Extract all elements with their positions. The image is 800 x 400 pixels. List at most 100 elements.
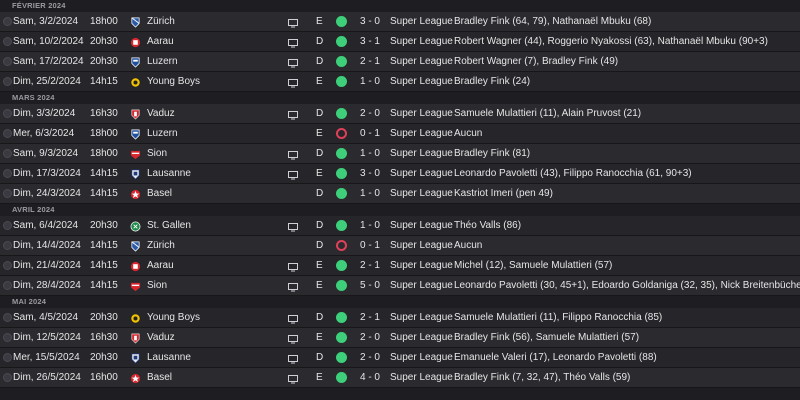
opponent-link[interactable]: Zürich (147, 236, 175, 255)
kickoff-time: 16h30 (90, 108, 118, 119)
opponent-link[interactable]: Luzern (147, 52, 178, 71)
row-select-icon[interactable] (3, 313, 12, 322)
opponent-link[interactable]: Sion (147, 144, 167, 163)
row-select-icon[interactable] (3, 333, 12, 342)
fixture-row[interactable]: Sam, 4/5/2024 20h30 Young Boys D 2 - 1 Super … (0, 308, 800, 328)
competition-link[interactable]: Super League (390, 236, 453, 255)
scorers: Bradley Fink (24) (454, 76, 531, 87)
tv-icon (288, 148, 298, 160)
competition-link[interactable]: Super League (390, 104, 453, 123)
score[interactable]: 3 - 0 (357, 12, 383, 31)
venue: E (316, 332, 323, 343)
competition-link[interactable]: Super League (390, 308, 453, 327)
competition-link[interactable]: Super League (390, 368, 453, 387)
fixture-row[interactable]: Mer, 15/5/2024 20h30 Lausanne D 2 - 0 Super L… (0, 348, 800, 368)
opponent-link[interactable]: Lausanne (147, 164, 191, 183)
fixture-row[interactable]: Sam, 6/4/2024 20h30 St. Gallen D 1 - 0 Super … (0, 216, 800, 236)
opponent-link[interactable]: Aarau (147, 32, 174, 51)
score[interactable]: 2 - 1 (357, 256, 383, 275)
competition-link[interactable]: Super League (390, 72, 453, 91)
fixture-row[interactable]: Dim, 12/5/2024 16h30 Vaduz E 2 - 0 Super Leag… (0, 328, 800, 348)
row-select-icon[interactable] (3, 221, 12, 230)
opponent-link[interactable]: Young Boys (147, 72, 200, 91)
competition-link[interactable]: Super League (390, 164, 453, 183)
row-select-icon[interactable] (3, 37, 12, 46)
row-select-icon[interactable] (3, 373, 12, 382)
row-select-icon[interactable] (3, 189, 12, 198)
opponent-link[interactable]: St. Gallen (147, 216, 191, 235)
row-select-icon[interactable] (3, 261, 12, 270)
score[interactable]: 1 - 0 (357, 216, 383, 235)
kickoff-time: 18h00 (90, 128, 118, 139)
row-select-icon[interactable] (3, 17, 12, 26)
score[interactable]: 1 - 0 (357, 144, 383, 163)
row-select-icon[interactable] (3, 353, 12, 362)
score[interactable]: 2 - 0 (357, 348, 383, 367)
venue: E (316, 76, 323, 87)
opponent-link[interactable]: Vaduz (147, 328, 175, 347)
match-date: Sam, 17/2/2024 (13, 56, 84, 67)
fixture-row[interactable]: Sam, 10/2/2024 20h30 Aarau D 3 - 1 Super Leag… (0, 32, 800, 52)
opponent-link[interactable]: Lausanne (147, 348, 191, 367)
score[interactable]: 2 - 1 (357, 308, 383, 327)
opponent-link[interactable]: Aarau (147, 256, 174, 275)
row-select-icon[interactable] (3, 57, 12, 66)
fixture-row[interactable]: Sam, 17/2/2024 20h30 Luzern D 2 - 1 Super Lea… (0, 52, 800, 72)
fixture-row[interactable]: Dim, 17/3/2024 14h15 Lausanne E 3 - 0 Super L… (0, 164, 800, 184)
score[interactable]: 0 - 1 (357, 124, 383, 143)
row-select-icon[interactable] (3, 77, 12, 86)
scorers: Samuele Mulattieri (11), Filippo Ranocch… (454, 312, 663, 323)
row-select-icon[interactable] (3, 281, 12, 290)
scorers: Kastriot Imeri (pen 49) (454, 188, 553, 199)
score[interactable]: 2 - 0 (357, 328, 383, 347)
score[interactable]: 1 - 0 (357, 72, 383, 91)
competition-link[interactable]: Super League (390, 276, 453, 295)
competition-link[interactable]: Super League (390, 216, 453, 235)
result-win-icon (336, 168, 347, 179)
opponent-link[interactable]: Young Boys (147, 308, 200, 327)
opponent-link[interactable]: Sion (147, 276, 167, 295)
fixture-row[interactable]: Sam, 3/2/2024 18h00 Zürich E 3 - 0 Super Leag… (0, 12, 800, 32)
fixture-row[interactable]: Dim, 14/4/2024 14h15 Zürich D 0 - 1 Super Lea… (0, 236, 800, 256)
score[interactable]: 3 - 0 (357, 164, 383, 183)
competition-link[interactable]: Super League (390, 32, 453, 51)
score[interactable]: 2 - 0 (357, 104, 383, 123)
competition-link[interactable]: Super League (390, 184, 453, 203)
opponent-link[interactable]: Basel (147, 368, 172, 387)
row-select-icon[interactable] (3, 129, 12, 138)
scorers: Robert Wagner (7), Bradley Fink (49) (454, 56, 619, 67)
opponent-link[interactable]: Zürich (147, 12, 175, 31)
row-select-icon[interactable] (3, 169, 12, 178)
row-select-icon[interactable] (3, 241, 12, 250)
row-select-icon[interactable] (3, 149, 12, 158)
kickoff-time: 18h00 (90, 148, 118, 159)
competition-link[interactable]: Super League (390, 328, 453, 347)
fixture-row[interactable]: Dim, 25/2/2024 14h15 Young Boys E 1 - 0 Super… (0, 72, 800, 92)
opponent-link[interactable]: Luzern (147, 124, 178, 143)
score[interactable]: 4 - 0 (357, 368, 383, 387)
competition-link[interactable]: Super League (390, 348, 453, 367)
row-select-icon[interactable] (3, 109, 12, 118)
score[interactable]: 5 - 0 (357, 276, 383, 295)
competition-link[interactable]: Super League (390, 124, 453, 143)
fixture-row[interactable]: Dim, 28/4/2024 14h15 Sion E 5 - 0 Super Leagu… (0, 276, 800, 296)
score[interactable]: 1 - 0 (357, 184, 383, 203)
score[interactable]: 2 - 1 (357, 52, 383, 71)
score[interactable]: 0 - 1 (357, 236, 383, 255)
competition-link[interactable]: Super League (390, 12, 453, 31)
venue: D (316, 36, 324, 47)
luzern-crest-icon (130, 56, 141, 68)
opponent-link[interactable]: Vaduz (147, 104, 175, 123)
fixture-row[interactable]: Dim, 26/5/2024 16h00 Basel E 4 - 0 Super Leag… (0, 368, 800, 388)
fixture-row[interactable]: Dim, 3/3/2024 16h30 Vaduz D 2 - 0 Super Leagu… (0, 104, 800, 124)
fixture-row[interactable]: Dim, 21/4/2024 14h15 Aarau E 2 - 1 Super Leag… (0, 256, 800, 276)
fixture-row[interactable]: Sam, 9/3/2024 18h00 Sion D 1 - 0 Super League… (0, 144, 800, 164)
opponent-link[interactable]: Basel (147, 184, 172, 203)
competition-link[interactable]: Super League (390, 256, 453, 275)
competition-link[interactable]: Super League (390, 52, 453, 71)
venue: D (316, 188, 324, 199)
competition-link[interactable]: Super League (390, 144, 453, 163)
fixture-row[interactable]: Dim, 24/3/2024 14h15 Basel D 1 - 0 Super Leag… (0, 184, 800, 204)
fixture-row[interactable]: Mer, 6/3/2024 18h00 Luzern E 0 - 1 Super Leag… (0, 124, 800, 144)
score[interactable]: 3 - 1 (357, 32, 383, 51)
